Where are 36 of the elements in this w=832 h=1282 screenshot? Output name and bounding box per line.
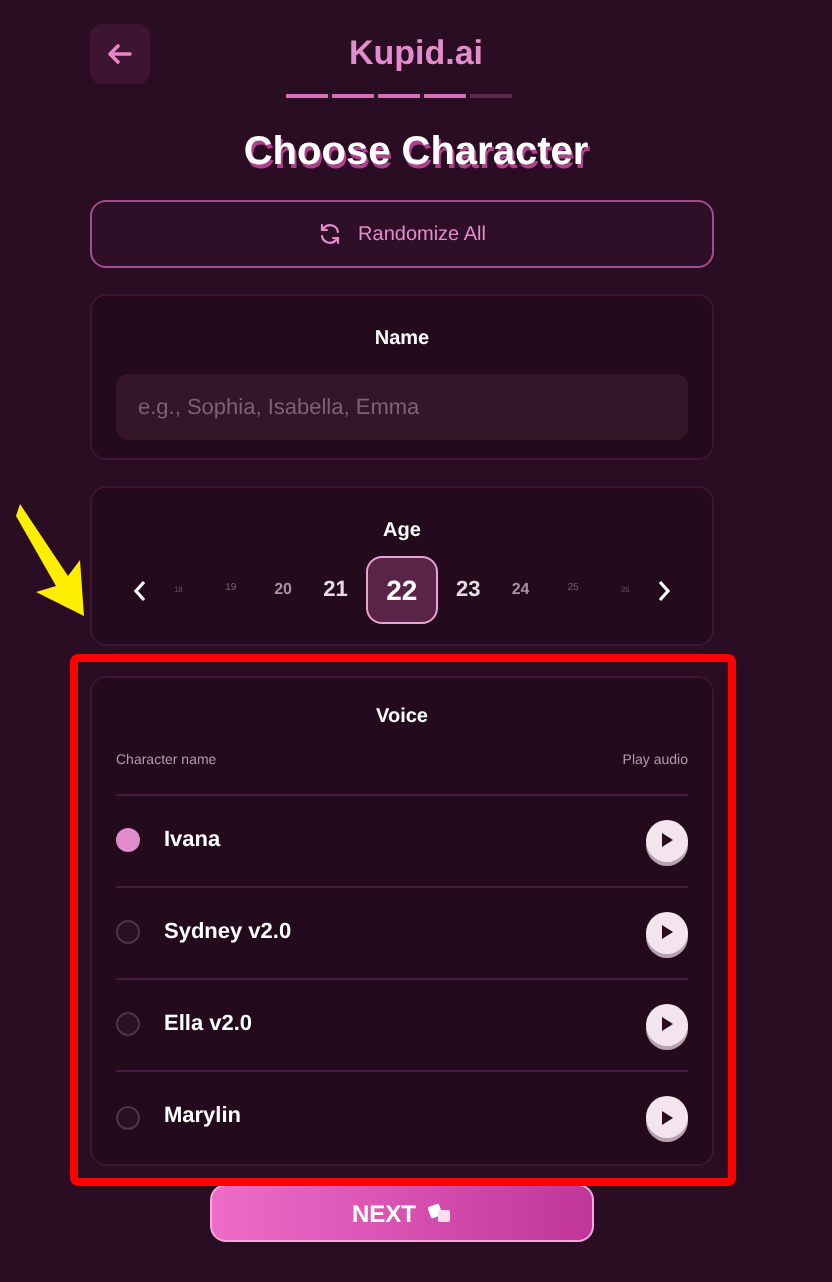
radio-button[interactable] [116, 920, 140, 944]
play-icon [660, 924, 674, 940]
play-button[interactable] [646, 1003, 688, 1045]
age-label: Age [381, 518, 423, 546]
back-arrow-icon [106, 40, 134, 68]
play-icon [660, 832, 674, 848]
voice-name: Sydney v2.0 [164, 917, 292, 948]
voice-name: Ivana [164, 825, 221, 856]
pointer-arrow-icon [16, 500, 88, 620]
dice-icon [428, 1202, 452, 1224]
voice-name: Marylin [164, 1102, 242, 1133]
play-button[interactable] [646, 911, 688, 953]
age-option[interactable]: 23 [446, 570, 491, 610]
play-button[interactable] [646, 1096, 688, 1138]
age-option[interactable]: 21 [313, 570, 358, 610]
voice-name: Ella v2.0 [164, 1009, 253, 1040]
voice-label: Voice [374, 704, 430, 732]
app-title: Kupid.ai [346, 32, 486, 76]
randomize-button[interactable]: Randomize All [90, 200, 714, 268]
play-icon [660, 1109, 674, 1125]
age-option[interactable]: 24 [498, 570, 543, 610]
refresh-icon [318, 222, 343, 246]
next-button[interactable]: NEXT [210, 1184, 594, 1242]
age-option[interactable]: 20 [261, 570, 306, 610]
page-heading: Choose Character [241, 128, 591, 178]
back-button[interactable] [90, 24, 150, 84]
age-option[interactable]: 22 [365, 556, 438, 624]
chevron-right-icon[interactable] [655, 579, 672, 601]
radio-button[interactable] [116, 1105, 140, 1129]
name-label: Name [372, 326, 432, 354]
play-icon [660, 1016, 674, 1032]
radio-button[interactable] [116, 1012, 140, 1036]
name-input[interactable]: e.g., Sophia, Isabella, Emma [116, 374, 688, 440]
play-button[interactable] [646, 819, 688, 861]
chevron-left-icon[interactable] [132, 579, 148, 601]
radio-button[interactable] [116, 828, 140, 852]
